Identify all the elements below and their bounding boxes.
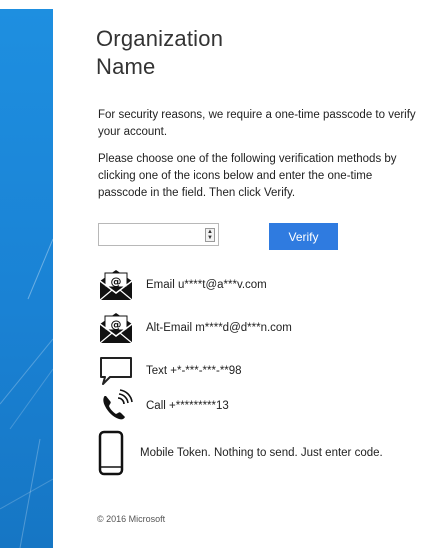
method-label: Text +*-***-***-**98 — [146, 365, 242, 377]
banner-decoration — [0, 238, 53, 548]
copyright-footer: © 2016 Microsoft — [97, 514, 166, 524]
org-name-line2: Name — [96, 54, 156, 79]
envelope-icon[interactable]: @ — [98, 310, 134, 346]
method-label: Email u****t@a***v.com — [146, 279, 267, 291]
svg-text:@: @ — [111, 318, 122, 331]
mobile-phone-icon[interactable] — [98, 430, 124, 476]
envelope-icon[interactable]: @ — [98, 267, 134, 303]
org-name-line1: Organization — [96, 26, 224, 51]
security-message: For security reasons, we require a one-t… — [98, 109, 416, 138]
method-alt-email[interactable]: @ Alt-Email m****d@d***n.com — [98, 310, 438, 350]
instructions-message: Please choose one of the following verif… — [98, 153, 397, 199]
verify-button[interactable]: Verify — [269, 223, 338, 250]
phone-icon[interactable] — [98, 388, 134, 424]
method-mobile-token[interactable]: Mobile Token. Nothing to send. Just ente… — [98, 430, 438, 478]
page: Organization Name For security reasons, … — [0, 0, 447, 548]
method-label: Alt-Email m****d@d***n.com — [146, 322, 292, 334]
method-call[interactable]: Call +*********13 — [98, 388, 438, 428]
stepper-down-icon[interactable]: ▼ — [206, 235, 214, 241]
organization-name: Organization Name — [96, 25, 223, 81]
number-stepper[interactable]: ▲ ▼ — [205, 228, 215, 242]
side-banner — [0, 9, 53, 548]
method-label: Mobile Token. Nothing to send. Just ente… — [140, 447, 383, 459]
passcode-input[interactable]: ▲ ▼ — [98, 223, 219, 246]
method-label: Call +*********13 — [146, 400, 229, 412]
method-email[interactable]: @ Email u****t@a***v.com — [98, 267, 438, 307]
svg-text:@: @ — [111, 275, 122, 288]
passcode-form: ▲ ▼ Verify — [98, 223, 358, 250]
method-text[interactable]: Text +*-***-***-**98 — [98, 353, 438, 393]
chat-bubble-icon[interactable] — [98, 353, 134, 389]
